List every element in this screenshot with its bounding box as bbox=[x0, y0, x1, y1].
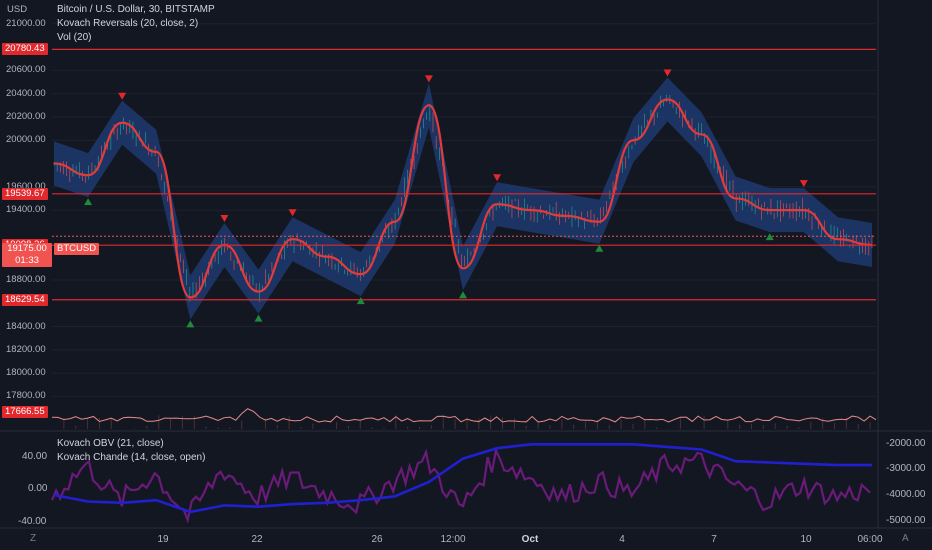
price-tick: 18000.00 bbox=[6, 367, 46, 379]
time-tick: 12:00 bbox=[440, 534, 466, 545]
chart-legend: Bitcoin / U.S. Dollar, 30, BITSTAMP Kova… bbox=[57, 3, 215, 45]
indicator-legend-reversals[interactable]: Kovach Reversals (20, close, 2) bbox=[57, 17, 215, 31]
auto-scale-icon[interactable]: A bbox=[902, 533, 909, 544]
price-tick: 18200.00 bbox=[6, 343, 46, 355]
time-tick: 10 bbox=[800, 534, 812, 545]
currency-label: USD bbox=[7, 4, 28, 15]
time-tick: 4 bbox=[619, 534, 625, 545]
obv-tick: -2000.00 bbox=[886, 438, 926, 449]
zoom-toggle-icon[interactable]: Z bbox=[30, 533, 36, 544]
oscillator-tick: -40.00 bbox=[18, 516, 47, 527]
sub-pane-legend: Kovach OBV (21, close) Kovach Chande (14… bbox=[57, 437, 205, 465]
price-countdown: 01:33 bbox=[15, 255, 39, 266]
level-badge[interactable]: 20780.43 bbox=[2, 43, 48, 56]
obv-tick: -4000.00 bbox=[886, 489, 926, 500]
price-tick: 20200.00 bbox=[6, 110, 46, 122]
level-badge[interactable]: 18629.54 bbox=[2, 293, 48, 306]
time-tick: 26 bbox=[371, 534, 383, 545]
symbol-title[interactable]: Bitcoin / U.S. Dollar, 30, BITSTAMP bbox=[57, 3, 215, 17]
time-tick: 06:00 bbox=[857, 534, 883, 545]
price-tick: 17800.00 bbox=[6, 390, 46, 402]
price-tick: 18800.00 bbox=[6, 273, 46, 285]
chande-legend[interactable]: Kovach Chande (14, close, open) bbox=[57, 451, 205, 465]
time-tick: 22 bbox=[251, 534, 263, 545]
time-tick: Oct bbox=[521, 534, 539, 545]
obv-tick: -3000.00 bbox=[886, 463, 926, 474]
symbol-price-badge[interactable]: BTCUSD bbox=[54, 243, 100, 255]
price-tick: 19400.00 bbox=[6, 204, 46, 216]
time-tick: 19 bbox=[157, 534, 169, 545]
current-price-value: 19175.00 bbox=[7, 243, 47, 254]
level-badge[interactable]: 17666.55 bbox=[2, 405, 48, 418]
indicator-legend-volume[interactable]: Vol (20) bbox=[57, 31, 215, 45]
price-tick: 20600.00 bbox=[6, 64, 46, 76]
level-badge[interactable]: 19539.67 bbox=[2, 187, 48, 200]
current-price-badge[interactable]: 19175.00 01:33 bbox=[2, 243, 52, 267]
price-tick: 18400.00 bbox=[6, 320, 46, 332]
price-tick: 21000.00 bbox=[6, 17, 46, 29]
time-tick: 7 bbox=[711, 534, 717, 545]
oscillator-tick: 0.00 bbox=[28, 483, 48, 494]
price-tick: 20000.00 bbox=[6, 134, 46, 146]
chart-canvas[interactable] bbox=[0, 0, 932, 550]
obv-legend[interactable]: Kovach OBV (21, close) bbox=[57, 437, 205, 451]
obv-tick: -5000.00 bbox=[886, 515, 926, 526]
price-tick: 20400.00 bbox=[6, 87, 46, 99]
oscillator-tick: 40.00 bbox=[22, 451, 48, 462]
